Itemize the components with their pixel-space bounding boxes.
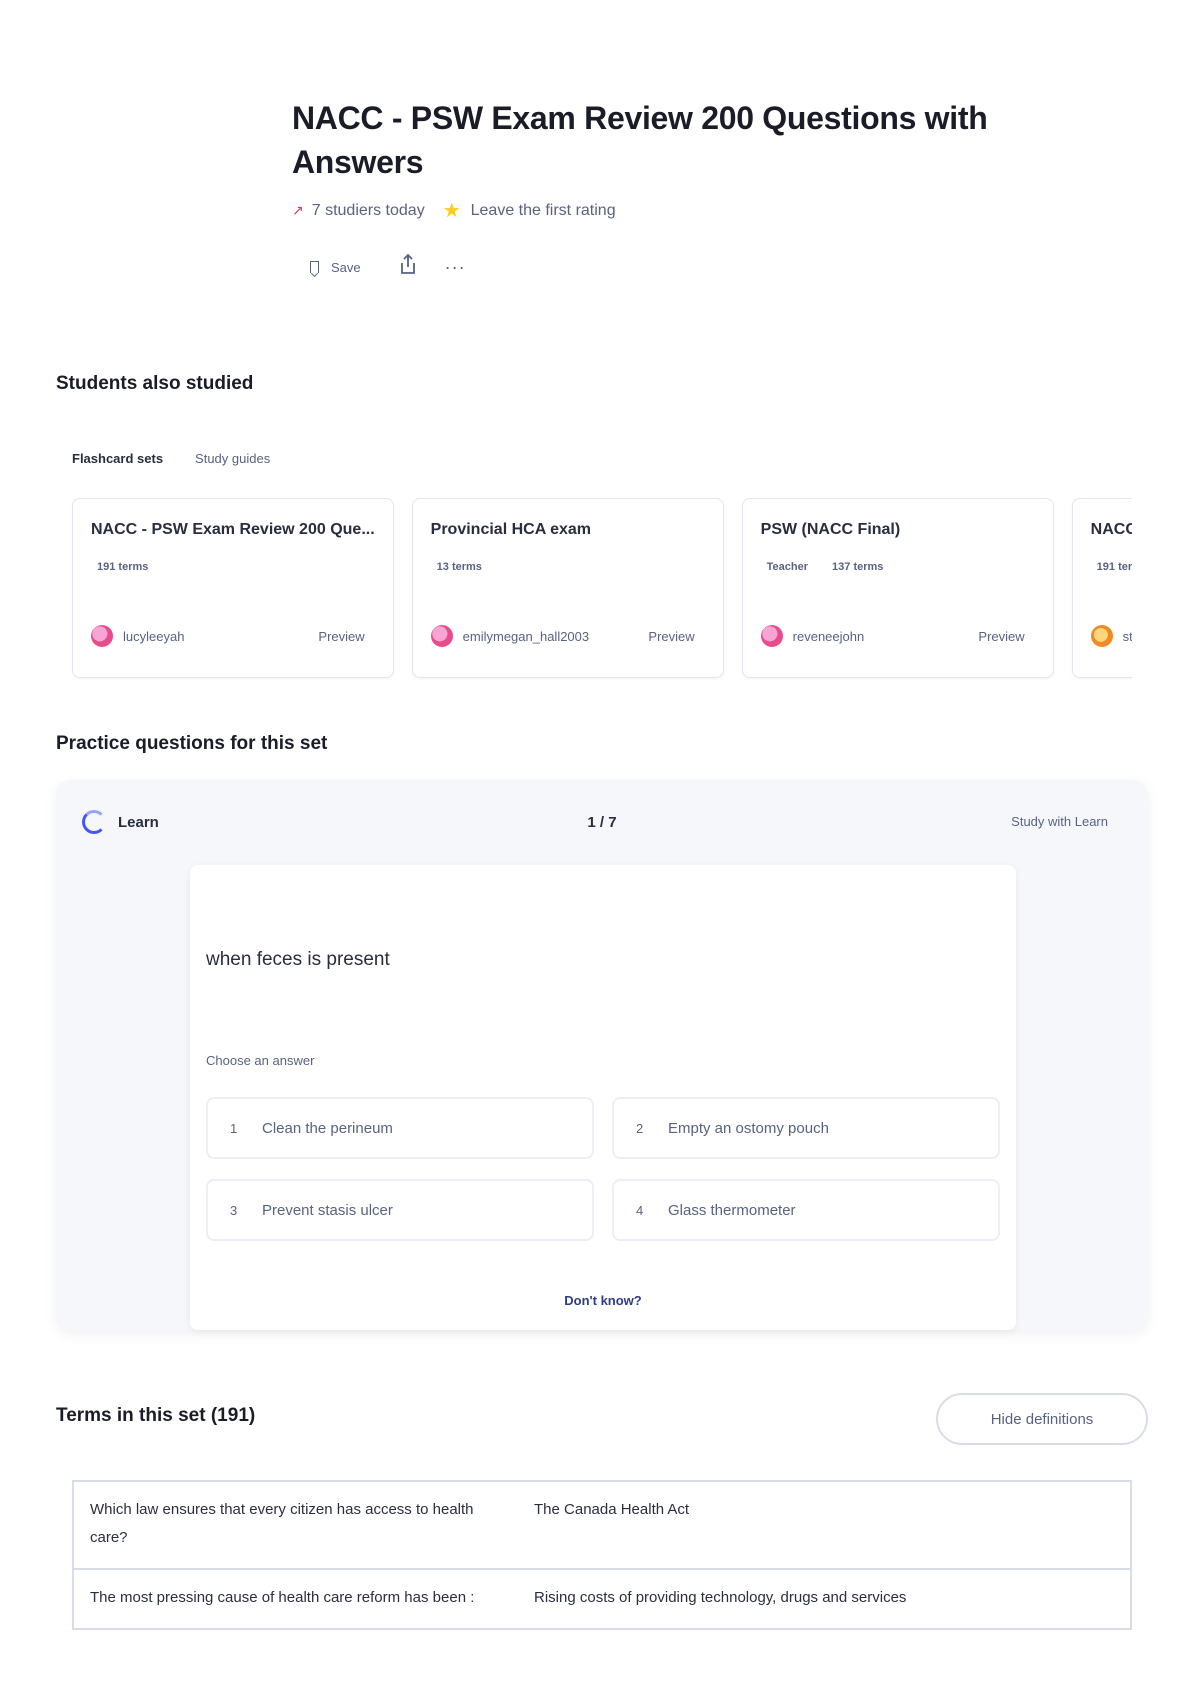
learn-panel: 1 / 7 Learn Study with Learn when feces …: [56, 780, 1148, 1330]
teacher-badge: Teacher: [766, 561, 809, 573]
card-footer: lucyleeyah Preview: [91, 625, 365, 647]
studiers-count: 7 studiers today: [311, 201, 425, 219]
learn-label: Learn: [118, 813, 159, 831]
term-text: Which law ensures that every citizen has…: [90, 1501, 474, 1546]
rating-link[interactable]: Leave the first rating: [471, 202, 616, 220]
card-terms: 137 terms: [832, 561, 884, 573]
answer-number: 4: [636, 1202, 644, 1218]
card-meta: 13 terms: [437, 561, 705, 573]
card-username[interactable]: reveneejohn: [793, 629, 865, 644]
practice-heading: Practice questions for this set: [56, 733, 328, 754]
card-terms: 13 terms: [436, 561, 482, 573]
learn-progress-icon: [82, 810, 106, 834]
set-actions: Save ···: [310, 253, 1052, 281]
card-meta: 191 term: [1097, 561, 1132, 573]
card-username[interactable]: lucyleeyah: [123, 629, 184, 644]
set-card[interactable]: PSW (NACC Final) Teacher 137 terms reven…: [741, 498, 1054, 678]
question-progress: 1 / 7: [587, 814, 617, 831]
card-footer: emilymegan_hall2003 Preview: [430, 625, 695, 647]
definition-text: The Canada Health Act: [534, 1501, 690, 1518]
avatar: [91, 625, 113, 647]
card-terms: 191 term: [1096, 561, 1132, 573]
card-username[interactable]: sta: [1123, 629, 1132, 644]
card-footer: reveneejohn Preview: [760, 625, 1025, 647]
preview-button[interactable]: Preview: [318, 629, 364, 644]
share-icon[interactable]: [399, 253, 417, 281]
term-row: The most pressing cause of health care r…: [74, 1568, 1130, 1628]
study-with-learn-link[interactable]: Study with Learn: [1011, 814, 1108, 829]
avatar: [430, 625, 453, 647]
term-text: The most pressing cause of health care r…: [90, 1589, 475, 1606]
card-title: PSW (NACC Final): [760, 521, 901, 538]
choose-answer-label: Choose an answer: [206, 1053, 315, 1068]
answer-option-1[interactable]: 1 Clean the perineum: [206, 1097, 594, 1159]
answer-option-2[interactable]: 2 Empty an ostomy pouch: [612, 1097, 1000, 1159]
card-footer: sta: [1090, 625, 1132, 647]
tab-flashcard-sets[interactable]: Flashcard sets: [72, 451, 163, 466]
term-row: Which law ensures that every citizen has…: [74, 1482, 1130, 1568]
preview-button[interactable]: Preview: [978, 629, 1024, 644]
card-terms: 191 terms: [97, 561, 149, 573]
avatar: [760, 625, 783, 647]
star-icon[interactable]: ★: [443, 198, 461, 223]
set-header: NACC - PSW Exam Review 200 Questions wit…: [292, 96, 1052, 281]
answer-text: Clean the perineum: [262, 1119, 393, 1137]
card-title: NACC - PSW Exam Review 200 Que...: [91, 521, 375, 538]
save-button[interactable]: Save: [310, 260, 361, 275]
question-card: when feces is present Choose an answer 1…: [190, 865, 1016, 1330]
set-meta: ↗ 7 studiers today ★ Leave the first rat…: [292, 198, 1052, 223]
answer-text: Prevent stasis ulcer: [262, 1201, 393, 1219]
answer-text: Empty an ostomy pouch: [668, 1119, 829, 1137]
card-username[interactable]: emilymegan_hall2003: [463, 629, 589, 644]
preview-button[interactable]: Preview: [648, 629, 694, 644]
card-meta: 191 terms: [97, 561, 375, 573]
set-card[interactable]: NACC - PSW Exam Review 200 Que... 191 te…: [72, 498, 394, 678]
learn-mode-label: Learn: [82, 810, 159, 834]
also-studied-tabs: Flashcard sets Study guides: [72, 451, 302, 466]
avatar: [1090, 625, 1113, 647]
page-title: NACC - PSW Exam Review 200 Questions wit…: [292, 100, 988, 180]
question-text: when feces is present: [206, 949, 390, 970]
card-meta: Teacher 137 terms: [767, 561, 1035, 573]
definition-text: Rising costs of providing technology, dr…: [534, 1589, 907, 1606]
tab-study-guides[interactable]: Study guides: [195, 451, 270, 466]
also-studied-heading: Students also studied: [56, 373, 254, 394]
answer-text: Glass thermometer: [668, 1201, 796, 1219]
card-title: NACC: [1090, 521, 1132, 538]
answer-number: 1: [230, 1120, 238, 1136]
set-card[interactable]: NACC 191 term sta: [1071, 498, 1132, 678]
also-studied-carousel: NACC - PSW Exam Review 200 Que... 191 te…: [72, 498, 1132, 680]
terms-list: Which law ensures that every citizen has…: [72, 1480, 1132, 1630]
bookmark-icon: [310, 261, 319, 273]
answer-option-4[interactable]: 4 Glass thermometer: [612, 1179, 1000, 1241]
dont-know-button[interactable]: Don't know?: [190, 1293, 1016, 1308]
share-icon-svg: [400, 253, 415, 274]
answer-number: 2: [636, 1120, 644, 1136]
save-label: Save: [331, 259, 361, 275]
hide-definitions-button[interactable]: Hide definitions: [936, 1393, 1148, 1445]
card-title: Provincial HCA exam: [430, 521, 592, 538]
terms-heading: Terms in this set (191): [56, 1405, 256, 1426]
answer-option-3[interactable]: 3 Prevent stasis ulcer: [206, 1179, 594, 1241]
more-icon[interactable]: ···: [445, 257, 466, 278]
trend-up-icon: ↗: [292, 202, 304, 218]
answer-number: 3: [230, 1202, 238, 1218]
set-card[interactable]: Provincial HCA exam 13 terms emilymegan_…: [411, 498, 724, 678]
